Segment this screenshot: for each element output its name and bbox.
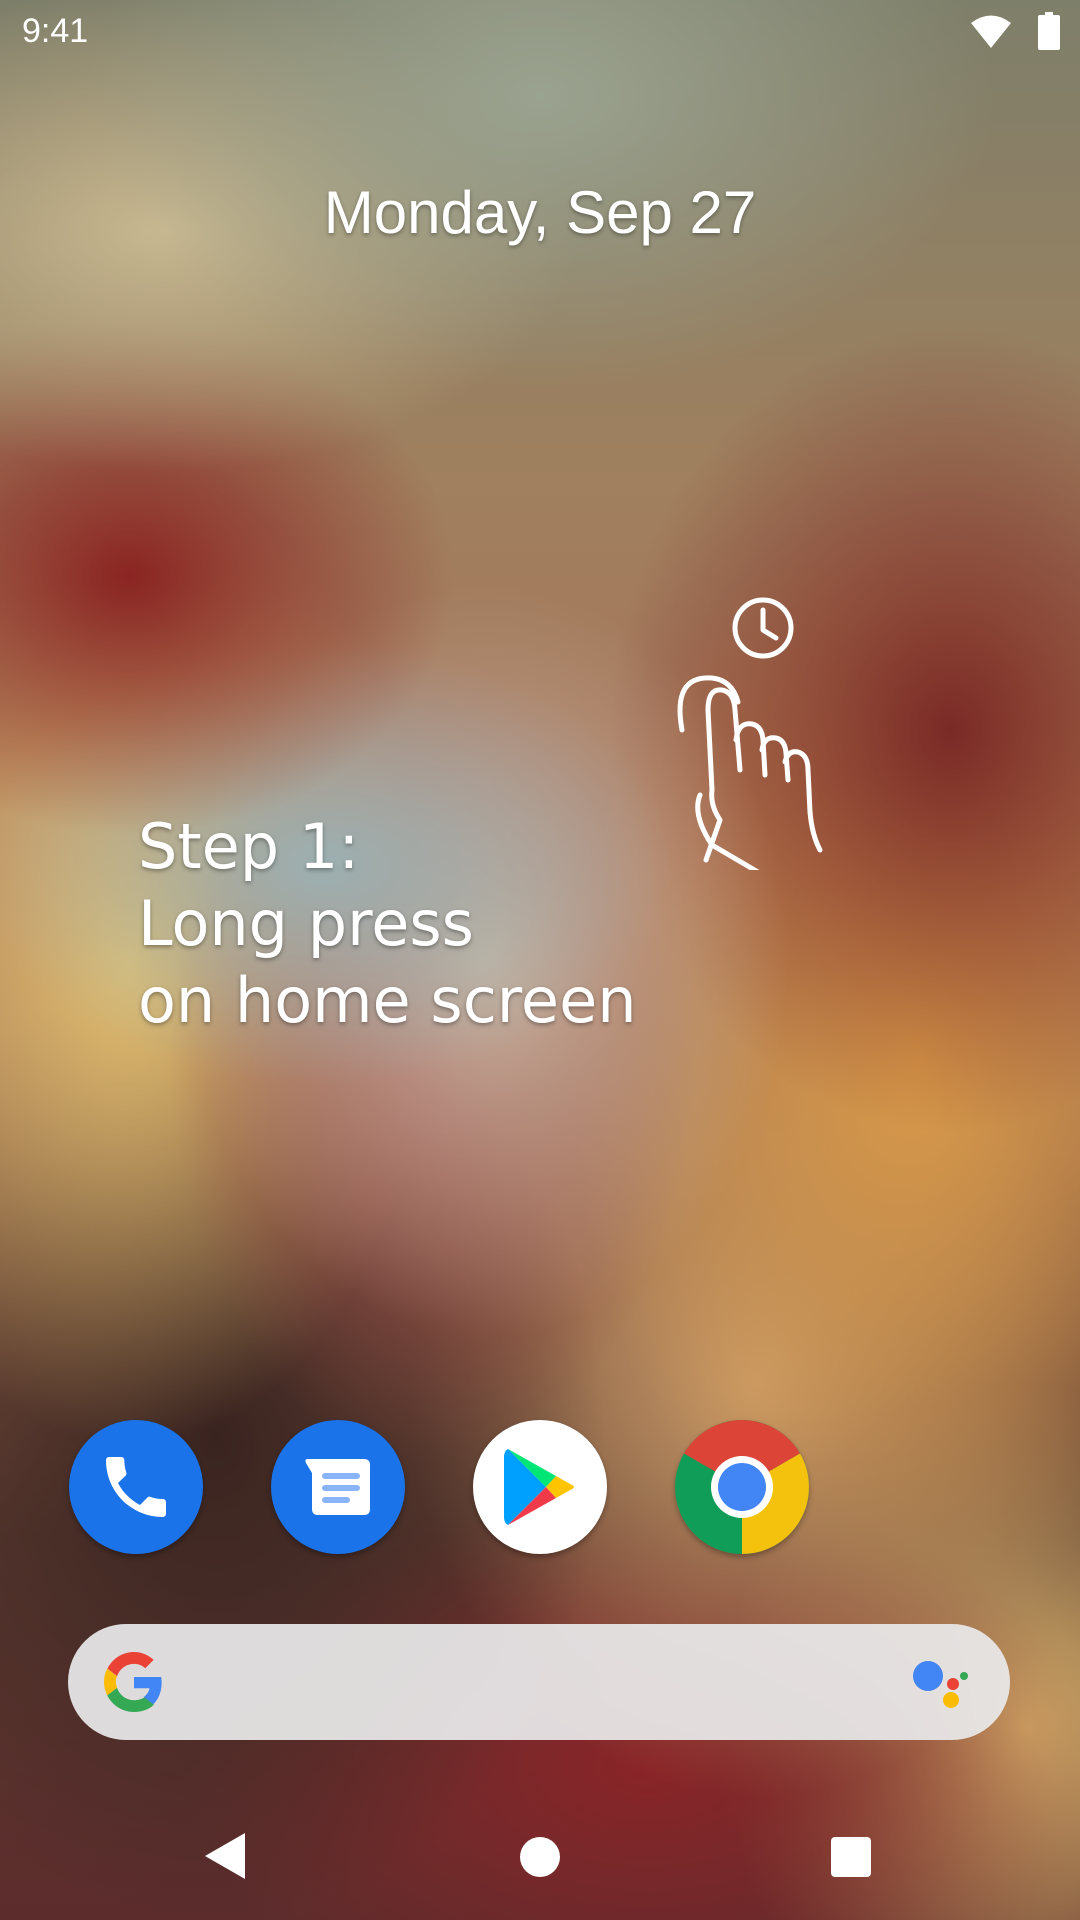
step-line-3: on home screen bbox=[138, 964, 637, 1037]
messages-app-button[interactable] bbox=[271, 1420, 405, 1554]
wifi-icon bbox=[971, 15, 1011, 48]
recents-button[interactable] bbox=[831, 1837, 871, 1877]
status-time: 9:41 bbox=[22, 12, 89, 50]
messages-icon bbox=[305, 1459, 370, 1515]
home-button[interactable] bbox=[520, 1837, 560, 1877]
battery-icon bbox=[1038, 12, 1060, 50]
chrome-app-button[interactable] bbox=[675, 1420, 809, 1554]
google-assistant-icon[interactable] bbox=[910, 1656, 970, 1710]
step-line-2: Long press bbox=[138, 887, 474, 960]
step-title: Step 1: bbox=[138, 810, 360, 883]
date-widget[interactable]: Monday, Sep 27 bbox=[0, 178, 1080, 247]
phone-app-button[interactable] bbox=[69, 1420, 203, 1554]
phone-icon bbox=[106, 1457, 166, 1517]
chrome-icon bbox=[675, 1420, 809, 1554]
navigation-bar bbox=[0, 1800, 1080, 1920]
step-instruction: Step 1: Long press on home screen bbox=[138, 808, 838, 1039]
google-g-icon[interactable] bbox=[104, 1652, 164, 1712]
google-search-bar[interactable] bbox=[68, 1624, 1010, 1740]
status-bar: 9:41 bbox=[0, 0, 1080, 64]
play-store-app-button[interactable] bbox=[473, 1420, 607, 1554]
back-button[interactable] bbox=[205, 1833, 245, 1879]
play-store-icon bbox=[504, 1449, 574, 1525]
